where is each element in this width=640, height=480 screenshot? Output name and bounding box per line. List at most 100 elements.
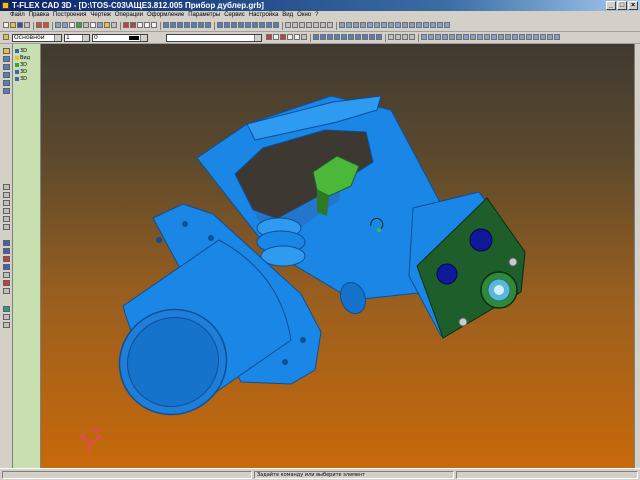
shell-icon[interactable] [259, 22, 265, 28]
sweep-tool-icon[interactable] [3, 200, 10, 206]
fit-icon[interactable] [367, 22, 373, 28]
workplane-tool-icon[interactable] [3, 240, 10, 246]
3d-viewport[interactable] [41, 44, 634, 468]
fillet-icon[interactable] [245, 22, 251, 28]
chevron-down-icon[interactable] [140, 35, 147, 41]
cancel-icon[interactable] [130, 22, 136, 28]
properties-icon[interactable] [273, 34, 279, 40]
sheet-metal-icon[interactable] [547, 34, 553, 40]
fillet-tool-icon[interactable] [3, 224, 10, 230]
macro-icon[interactable] [526, 34, 532, 40]
layers-icon[interactable] [90, 22, 96, 28]
workplane-left-icon[interactable] [435, 34, 441, 40]
snap-icon[interactable] [313, 34, 319, 40]
color-combo[interactable]: 0 [92, 34, 148, 42]
close-button[interactable]: × [628, 1, 638, 10]
animation-icon[interactable] [437, 22, 443, 28]
view-left-icon[interactable] [299, 22, 305, 28]
vector-icon[interactable] [456, 34, 462, 40]
model-icon[interactable] [76, 22, 82, 28]
library-icon[interactable] [519, 34, 525, 40]
measure-icon[interactable] [83, 22, 89, 28]
print-icon[interactable] [24, 22, 30, 28]
menu-settings[interactable]: Настройка [247, 11, 281, 20]
path-3d-icon[interactable] [470, 34, 476, 40]
zoom-in-icon[interactable] [388, 22, 394, 28]
bom-icon[interactable] [505, 34, 511, 40]
lcs-tool-icon[interactable] [3, 248, 10, 254]
mass-icon[interactable] [402, 34, 408, 40]
paste-icon[interactable] [151, 22, 157, 28]
sketch-tool-icon[interactable] [3, 56, 10, 62]
zoom-window-icon[interactable] [381, 22, 387, 28]
extrude-icon[interactable] [217, 22, 223, 28]
collision-icon[interactable] [409, 34, 415, 40]
options-icon[interactable] [137, 22, 143, 28]
select-icon[interactable] [294, 34, 300, 40]
select-tool-icon[interactable] [3, 48, 10, 54]
analysis-icon[interactable] [533, 34, 539, 40]
camera-icon[interactable] [409, 22, 415, 28]
export-icon[interactable] [444, 22, 450, 28]
point-3d-icon[interactable] [463, 34, 469, 40]
right-scroll-strip[interactable] [634, 44, 640, 468]
boolean-icon[interactable] [238, 22, 244, 28]
menu-view[interactable]: Вид [280, 11, 295, 20]
edge-icon[interactable] [362, 34, 368, 40]
arc-icon[interactable] [177, 22, 183, 28]
measure-angle-icon[interactable] [395, 34, 401, 40]
hidden-lines-icon[interactable] [353, 22, 359, 28]
lights-icon[interactable] [430, 22, 436, 28]
loft-icon[interactable] [231, 22, 237, 28]
view-3d-icon[interactable] [97, 22, 103, 28]
stop-icon[interactable] [123, 22, 129, 28]
redo-icon[interactable] [43, 22, 49, 28]
hole-tool-icon[interactable] [3, 280, 10, 286]
report-icon[interactable] [512, 34, 518, 40]
measure-tool-icon[interactable] [3, 314, 10, 320]
tree-item[interactable]: 3D [15, 48, 27, 54]
refresh-icon[interactable] [402, 22, 408, 28]
measure-distance-icon[interactable] [388, 34, 394, 40]
array-icon[interactable] [266, 22, 272, 28]
text-icon[interactable] [198, 22, 204, 28]
body-icon[interactable] [376, 34, 382, 40]
light-icon[interactable] [104, 22, 110, 28]
profile-icon[interactable] [477, 34, 483, 40]
node-tool-icon[interactable] [3, 88, 10, 94]
point-tool-icon[interactable] [3, 264, 10, 270]
filter-icon[interactable] [301, 34, 307, 40]
line-icon[interactable] [163, 22, 169, 28]
thread-tool-icon[interactable] [3, 288, 10, 294]
save-icon[interactable] [17, 22, 23, 28]
constraint-icon[interactable] [341, 34, 347, 40]
variables-icon[interactable] [491, 34, 497, 40]
section-icon[interactable] [360, 22, 366, 28]
track-icon[interactable] [334, 34, 340, 40]
3d-model-render[interactable] [41, 44, 634, 468]
loft-tool-icon[interactable] [3, 208, 10, 214]
layer-combo[interactable]: Основной [12, 34, 62, 42]
assembly-tool-icon[interactable] [3, 306, 10, 312]
menu-edit[interactable]: Правка [27, 11, 51, 20]
tree-item[interactable]: 3D [15, 69, 27, 75]
workplane-top-icon[interactable] [428, 34, 434, 40]
zoom-icon[interactable] [55, 22, 61, 28]
style-combo[interactable] [166, 34, 262, 42]
rotate-icon[interactable] [224, 22, 230, 28]
tree-item[interactable]: 3D [15, 62, 27, 68]
params-icon[interactable] [111, 22, 117, 28]
workplane-custom-icon[interactable] [442, 34, 448, 40]
maximize-button[interactable]: □ [617, 1, 627, 10]
polar-icon[interactable] [327, 34, 333, 40]
circle-icon[interactable] [170, 22, 176, 28]
chamfer-icon[interactable] [252, 22, 258, 28]
pan-icon[interactable] [62, 22, 68, 28]
vertex-icon[interactable] [355, 34, 361, 40]
menu-help[interactable]: ? [313, 11, 320, 20]
view-bottom-icon[interactable] [320, 22, 326, 28]
dimension-icon[interactable] [205, 22, 211, 28]
mirror-icon[interactable] [273, 22, 279, 28]
view-iso-icon[interactable] [306, 22, 312, 28]
tree-item[interactable]: 3D [15, 76, 27, 82]
